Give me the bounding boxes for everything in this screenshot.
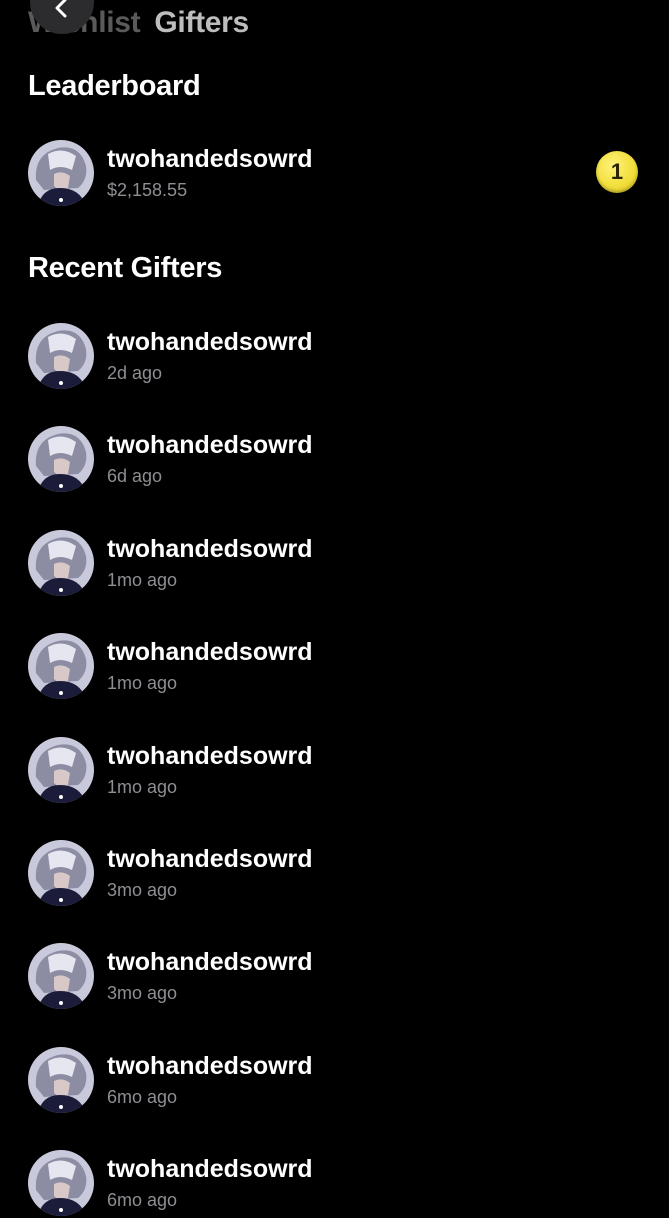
gift-time: 1mo ago	[107, 569, 178, 590]
avatar	[28, 323, 94, 389]
gifter-name: twohandedsowrd	[107, 845, 313, 873]
tab-gifters[interactable]: Gifters	[154, 6, 249, 40]
leaderboard-row[interactable]: twohandedsowrd $2,158.55 1	[28, 140, 669, 208]
avatar	[28, 633, 94, 700]
gifter-name: twohandedsowrd	[107, 431, 313, 460]
gifter-name: twohandedsowrd	[107, 145, 313, 173]
gifter-name: twohandedsowrd	[107, 1155, 313, 1184]
list-item[interactable]: twohandedsowrd 1mo ago	[28, 633, 669, 701]
gift-time: 2d ago	[107, 363, 163, 383]
avatar	[28, 943, 94, 1010]
gift-time: 1mo ago	[107, 776, 178, 797]
gifter-name: twohandedsowrd	[107, 1051, 313, 1080]
gift-time: 6mo ago	[107, 1190, 178, 1211]
list-item[interactable]: twohandedsowrd 3mo ago	[28, 840, 669, 908]
chevron-left-icon	[51, 0, 73, 24]
list-item[interactable]: twohandedsowrd 1mo ago	[28, 736, 669, 805]
list-item[interactable]: twohandedsowrd 2d ago	[28, 323, 669, 391]
list-item[interactable]: twohandedsowrd 6d ago	[28, 426, 669, 494]
avatar	[28, 529, 94, 596]
gift-time: 3mo ago	[107, 880, 178, 900]
avatar	[28, 840, 94, 906]
avatar	[28, 140, 94, 206]
gift-time: 6mo ago	[107, 1086, 178, 1107]
leaderboard-title: Leaderboard	[28, 70, 201, 102]
list-item[interactable]: twohandedsowrd 1mo ago	[28, 529, 669, 598]
avatar	[28, 736, 94, 803]
recent-gifters-title: Recent Gifters	[28, 252, 223, 284]
gifter-name: twohandedsowrd	[107, 638, 313, 667]
list-item[interactable]: twohandedsowrd 6mo ago	[28, 1046, 669, 1115]
gift-time: 1mo ago	[107, 673, 178, 694]
gifter-name: twohandedsowrd	[107, 534, 313, 563]
list-item[interactable]: twohandedsowrd 3mo ago	[28, 943, 669, 1011]
gift-amount: $2,158.55	[107, 180, 188, 200]
gifter-name: twohandedsowrd	[107, 328, 313, 356]
rank-badge: 1	[596, 151, 638, 193]
gifter-name: twohandedsowrd	[107, 741, 313, 770]
gifter-name: twohandedsowrd	[107, 948, 313, 977]
gift-time: 3mo ago	[107, 983, 178, 1004]
avatar	[28, 426, 94, 493]
avatar	[28, 1150, 94, 1217]
avatar	[28, 1046, 94, 1113]
list-item[interactable]: twohandedsowrd 6mo ago	[28, 1150, 669, 1218]
gift-time: 6d ago	[107, 466, 163, 487]
